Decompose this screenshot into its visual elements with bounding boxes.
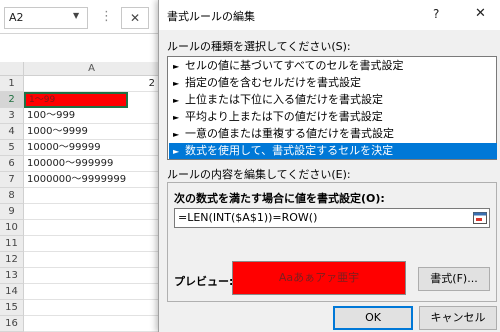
dialog-titlebar: 書式ルールの編集 ? ✕ <box>159 0 500 30</box>
formula-input[interactable]: =LEN(INT($A$1))=ROW() <box>174 208 490 228</box>
select-all-corner[interactable] <box>0 62 24 76</box>
row-header[interactable]: 4 <box>0 124 24 140</box>
row-header[interactable]: 11 <box>0 236 24 252</box>
triangle-bullet-icon: ► <box>173 62 180 71</box>
rule-type-label-text: 平均より上または下の値だけを書式設定 <box>185 110 383 123</box>
row-header[interactable]: 12 <box>0 252 24 268</box>
rule-type-label-text: 数式を使用して、書式設定するセルを決定 <box>185 144 394 157</box>
table-row: 8 <box>0 188 160 204</box>
row-header[interactable]: 8 <box>0 188 24 204</box>
column-header-a[interactable]: A <box>24 62 160 76</box>
rule-type-label: ルールの種類を選択してください(S): <box>167 40 351 53</box>
row-header[interactable]: 16 <box>0 316 24 332</box>
rule-content-label: ルールの内容を編集してください(E): <box>167 168 351 181</box>
cell-a16[interactable] <box>24 316 160 332</box>
table-row: 11 <box>0 236 160 252</box>
triangle-bullet-icon: ► <box>173 96 180 105</box>
triangle-bullet-icon: ► <box>173 79 180 88</box>
table-row: 14 <box>0 284 160 300</box>
table-row: 2 1〜99 <box>0 92 160 108</box>
cell-a4[interactable]: 1000〜9999 <box>24 124 160 140</box>
table-row: 7 1000000〜9999999 <box>0 172 160 188</box>
cell-a8[interactable] <box>24 188 160 204</box>
cell-a14[interactable] <box>24 284 160 300</box>
cell-a11[interactable] <box>24 236 160 252</box>
table-row: 4 1000〜9999 <box>0 124 160 140</box>
cell-a12[interactable] <box>24 252 160 268</box>
row-header[interactable]: 2 <box>0 92 24 108</box>
table-row: 12 <box>0 76 160 92</box>
close-icon[interactable]: ✕ <box>475 6 486 21</box>
cell-a9[interactable] <box>24 204 160 220</box>
format-button[interactable]: 書式(F)... <box>418 267 490 291</box>
cell-a2[interactable]: 1〜99 <box>24 92 128 108</box>
cell-a7[interactable]: 1000000〜9999999 <box>24 172 160 188</box>
table-row: 10 <box>0 220 160 236</box>
name-box-value: A2 <box>9 11 24 24</box>
name-box-dropdown-icon[interactable]: ▼ <box>73 11 79 20</box>
row-header[interactable]: 13 <box>0 268 24 284</box>
table-row: 9 <box>0 204 160 220</box>
cancel-button[interactable]: キャンセル <box>419 306 497 330</box>
row-header[interactable]: 14 <box>0 284 24 300</box>
row-header[interactable]: 6 <box>0 156 24 172</box>
preview-label: プレビュー: <box>174 275 234 288</box>
more-options-icon[interactable]: ⋮ <box>100 9 113 24</box>
rule-type-label-text: 上位または下位に入る値だけを書式設定 <box>185 93 383 106</box>
triangle-bullet-icon: ► <box>173 147 180 156</box>
table-row: 3 100〜999 <box>0 108 160 124</box>
rule-type-item[interactable]: ► セルの値に基づいてすべてのセルを書式設定 <box>169 58 497 74</box>
formula-value: =LEN(INT($A$1))=ROW() <box>178 211 318 224</box>
formula-condition-label: 次の数式を満たす場合に値を書式設定(O): <box>174 192 385 205</box>
table-row: 15 <box>0 300 160 316</box>
dialog-title: 書式ルールの編集 <box>167 10 255 23</box>
rule-description-group: 次の数式を満たす場合に値を書式設定(O): =LEN(INT($A$1))=RO… <box>167 182 497 302</box>
table-row: 13 <box>0 268 160 284</box>
triangle-bullet-icon: ► <box>173 130 180 139</box>
row-header[interactable]: 3 <box>0 108 24 124</box>
table-row: 12 <box>0 252 160 268</box>
cell-a15[interactable] <box>24 300 160 316</box>
rule-type-label-text: 一意の値または重複する値だけを書式設定 <box>185 127 394 140</box>
ok-button[interactable]: OK <box>333 306 413 330</box>
cell-a6[interactable]: 100000〜999999 <box>24 156 160 172</box>
rule-type-item[interactable]: ► 一意の値または重複する値だけを書式設定 <box>169 126 497 142</box>
row-header[interactable]: 9 <box>0 204 24 220</box>
row-header[interactable]: 15 <box>0 300 24 316</box>
preview-sample-text: Aaあぁアァ亜宇 <box>278 271 360 284</box>
edit-format-rule-dialog: 書式ルールの編集 ? ✕ ルールの種類を選択してください(S): ► セルの値に基… <box>158 0 500 332</box>
cancel-entry-button[interactable]: ✕ <box>121 7 149 29</box>
cell-a1[interactable]: 2 <box>24 76 160 92</box>
cell-a3[interactable]: 100〜999 <box>24 108 160 124</box>
format-preview: Aaあぁアァ亜宇 <box>232 261 406 295</box>
row-header[interactable]: 5 <box>0 140 24 156</box>
rule-type-item[interactable]: ► 上位または下位に入る値だけを書式設定 <box>169 92 497 108</box>
rule-type-item[interactable]: ► 平均より上または下の値だけを書式設定 <box>169 109 497 125</box>
row-header[interactable]: 10 <box>0 220 24 236</box>
table-row: 5 10000〜99999 <box>0 140 160 156</box>
collapse-dialog-icon[interactable] <box>473 211 487 225</box>
rule-type-label-text: 指定の値を含むセルだけを書式設定 <box>185 76 361 89</box>
rule-type-label-text: セルの値に基づいてすべてのセルを書式設定 <box>185 59 404 72</box>
table-row: 16 <box>0 316 160 332</box>
table-row: 6 100000〜999999 <box>0 156 160 172</box>
close-icon: ✕ <box>129 11 141 25</box>
rule-type-item[interactable]: ► 数式を使用して、書式設定するセルを決定 <box>169 143 497 159</box>
row-header[interactable]: 1 <box>0 76 24 92</box>
row-header[interactable]: 7 <box>0 172 24 188</box>
rule-type-item[interactable]: ► 指定の値を含むセルだけを書式設定 <box>169 75 497 91</box>
cell-a5[interactable]: 10000〜99999 <box>24 140 160 156</box>
rule-type-list[interactable]: ► セルの値に基づいてすべてのセルを書式設定 ► 指定の値を含むセルだけを書式設定 ► 上… <box>167 56 497 160</box>
cell-a10[interactable] <box>24 220 160 236</box>
cell-a13[interactable] <box>24 268 160 284</box>
triangle-bullet-icon: ► <box>173 113 180 122</box>
help-icon[interactable]: ? <box>433 7 439 21</box>
